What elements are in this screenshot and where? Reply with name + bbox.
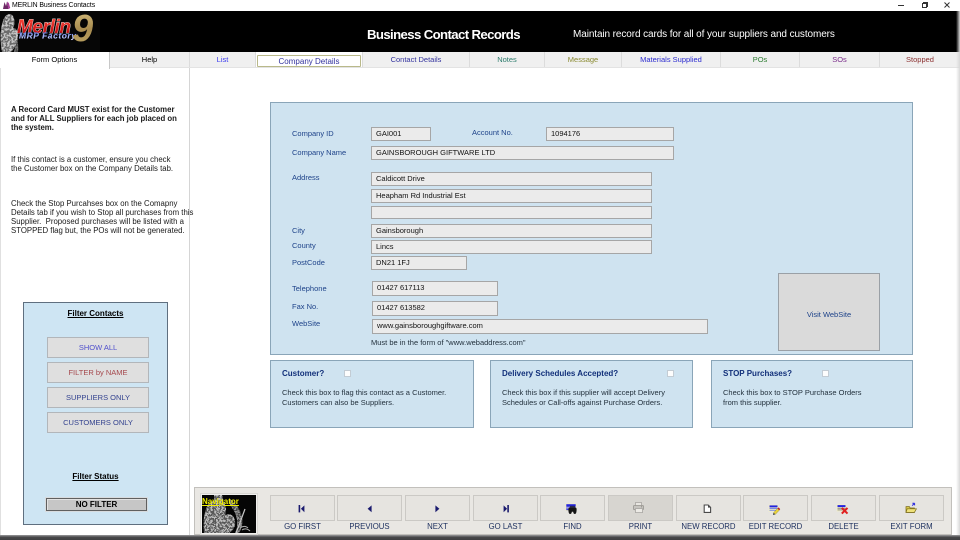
svg-text:9: 9: [72, 11, 93, 50]
svg-text:MRP Factory: MRP Factory: [19, 31, 77, 41]
